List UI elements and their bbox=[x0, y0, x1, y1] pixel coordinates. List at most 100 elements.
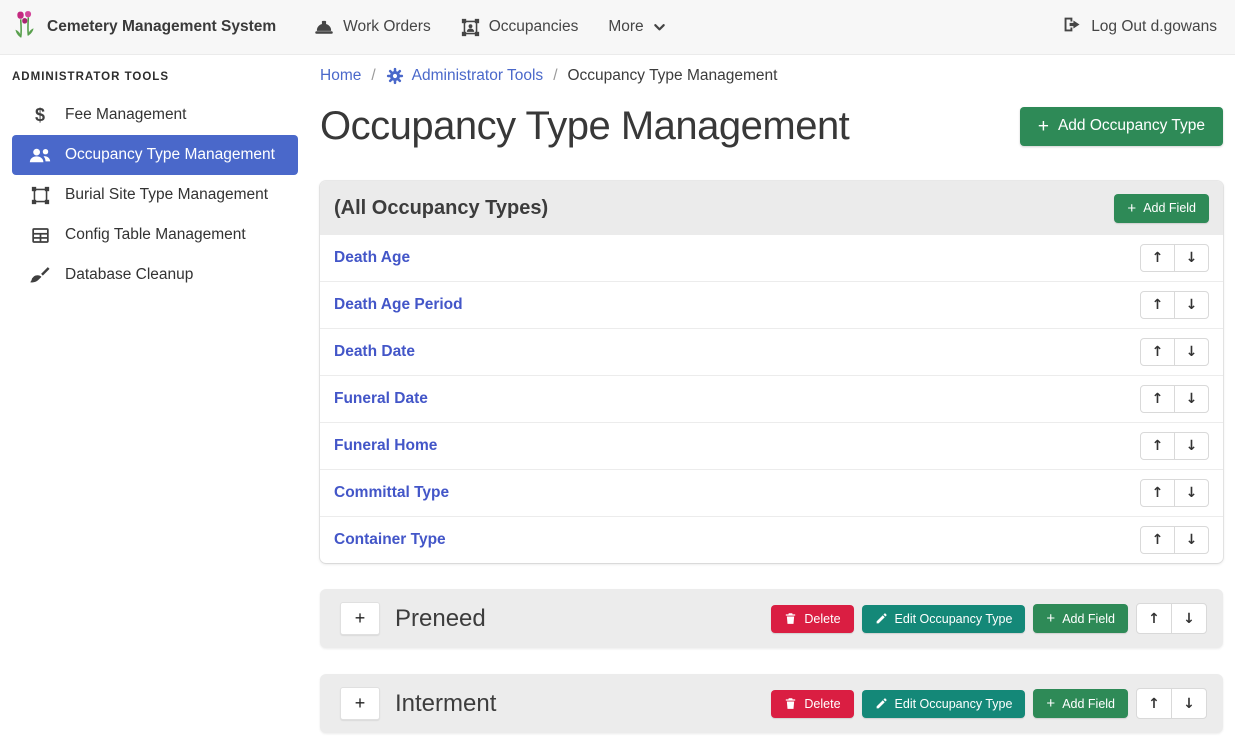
sidebar-item-label: Database Cleanup bbox=[65, 266, 193, 284]
move-down-button[interactable]: ↓ bbox=[1174, 338, 1209, 366]
arrow-up-icon: ↑ bbox=[1152, 344, 1164, 360]
arrow-down-icon: ↓ bbox=[1186, 532, 1198, 548]
nav-label: Work Orders bbox=[343, 18, 431, 36]
move-down-button[interactable]: ↓ bbox=[1171, 688, 1207, 719]
plus-icon: + bbox=[355, 693, 366, 714]
sidebar-item-fee-management[interactable]: $ Fee Management bbox=[12, 95, 298, 135]
move-down-button[interactable]: ↓ bbox=[1174, 432, 1209, 460]
reorder-group: ↑ ↓ bbox=[1140, 338, 1209, 366]
section-title: Preneed bbox=[395, 605, 486, 633]
section-title: Interment bbox=[395, 690, 496, 718]
gear-icon bbox=[386, 67, 404, 85]
arrow-down-icon: ↓ bbox=[1186, 391, 1198, 407]
move-down-button[interactable]: ↓ bbox=[1174, 244, 1209, 272]
button-label: Add Occupancy Type bbox=[1058, 117, 1205, 135]
nav-work-orders[interactable]: Work Orders bbox=[302, 9, 443, 45]
field-link[interactable]: Committal Type bbox=[334, 484, 449, 502]
plus-icon: + bbox=[1127, 201, 1136, 216]
move-down-button[interactable]: ↓ bbox=[1174, 291, 1209, 319]
card-header: (All Occupancy Types) + Add Field bbox=[320, 181, 1223, 235]
field-row: Death Date ↑ ↓ bbox=[320, 328, 1223, 375]
nav-occupancies[interactable]: Occupancies bbox=[449, 9, 591, 46]
edit-occupancy-type-button[interactable]: Edit Occupancy Type bbox=[862, 690, 1026, 718]
brand: Cemetery Management System bbox=[14, 10, 276, 45]
breadcrumb-admin-tools-link[interactable]: Administrator Tools bbox=[386, 67, 544, 85]
move-down-button[interactable]: ↓ bbox=[1174, 526, 1209, 554]
move-down-button[interactable]: ↓ bbox=[1174, 479, 1209, 507]
button-label: Delete bbox=[804, 612, 840, 626]
arrow-up-icon: ↑ bbox=[1152, 532, 1164, 548]
field-link[interactable]: Death Age Period bbox=[334, 296, 463, 314]
arrow-up-icon: ↑ bbox=[1148, 611, 1160, 627]
page-title: Occupancy Type Management bbox=[320, 101, 849, 151]
primary-nav: Work Orders Occupancies More bbox=[302, 9, 678, 46]
move-up-button[interactable]: ↑ bbox=[1140, 338, 1175, 366]
sidebar-item-occupancy-type-management[interactable]: Occupancy Type Management bbox=[12, 135, 298, 175]
app-title: Cemetery Management System bbox=[47, 18, 276, 36]
vector-square-icon bbox=[28, 186, 52, 205]
field-row: Funeral Home ↑ ↓ bbox=[320, 422, 1223, 469]
field-link[interactable]: Funeral Date bbox=[334, 390, 428, 408]
sidebar-item-label: Occupancy Type Management bbox=[65, 146, 275, 164]
move-up-button[interactable]: ↑ bbox=[1140, 479, 1175, 507]
sidebar-item-database-cleanup[interactable]: Database Cleanup bbox=[12, 255, 298, 295]
move-up-button[interactable]: ↑ bbox=[1140, 291, 1175, 319]
button-label: Add Field bbox=[1062, 612, 1115, 626]
sidebar-item-config-table-management[interactable]: Config Table Management bbox=[12, 215, 298, 255]
arrow-up-icon: ↑ bbox=[1152, 250, 1164, 266]
move-up-button[interactable]: ↑ bbox=[1140, 244, 1175, 272]
pencil-icon bbox=[875, 697, 888, 710]
move-down-button[interactable]: ↓ bbox=[1174, 385, 1209, 413]
expand-button[interactable]: + bbox=[340, 602, 380, 635]
move-up-button[interactable]: ↑ bbox=[1140, 526, 1175, 554]
occupancy-type-section: + Preneed Delete bbox=[320, 589, 1223, 648]
expand-button[interactable]: + bbox=[340, 687, 380, 720]
button-label: Edit Occupancy Type bbox=[895, 697, 1013, 711]
add-field-button[interactable]: + Add Field bbox=[1033, 689, 1128, 718]
move-up-button[interactable]: ↑ bbox=[1136, 688, 1172, 719]
tulip-logo-icon bbox=[14, 10, 35, 45]
breadcrumb-home-link[interactable]: Home bbox=[320, 67, 361, 85]
occupancy-frame-icon bbox=[461, 18, 480, 37]
plus-icon: + bbox=[1046, 696, 1055, 711]
breadcrumb-separator: / bbox=[553, 67, 557, 85]
move-down-button[interactable]: ↓ bbox=[1171, 603, 1207, 634]
move-up-button[interactable]: ↑ bbox=[1140, 432, 1175, 460]
nav-more[interactable]: More bbox=[596, 9, 677, 45]
plus-icon: + bbox=[1046, 611, 1055, 626]
reorder-group: ↑ ↓ bbox=[1140, 244, 1209, 272]
reorder-group: ↑ ↓ bbox=[1136, 603, 1207, 634]
dollar-icon: $ bbox=[28, 105, 52, 126]
add-occupancy-type-button[interactable]: + Add Occupancy Type bbox=[1020, 107, 1223, 146]
arrow-down-icon: ↓ bbox=[1186, 297, 1198, 313]
reorder-group: ↑ ↓ bbox=[1140, 526, 1209, 554]
move-up-button[interactable]: ↑ bbox=[1140, 385, 1175, 413]
arrow-up-icon: ↑ bbox=[1148, 696, 1160, 712]
logout-icon bbox=[1062, 15, 1081, 39]
delete-button[interactable]: Delete bbox=[771, 690, 853, 718]
field-row: Death Age Period ↑ ↓ bbox=[320, 281, 1223, 328]
edit-occupancy-type-button[interactable]: Edit Occupancy Type bbox=[862, 605, 1026, 633]
occupancy-type-section: + Interment Delete bbox=[320, 674, 1223, 733]
section-actions: Delete Edit Occupancy Type + Add Field ↑ bbox=[771, 688, 1207, 719]
logout-button[interactable]: Log Out d.gowans bbox=[1058, 6, 1221, 48]
arrow-down-icon: ↓ bbox=[1186, 438, 1198, 454]
broom-icon bbox=[28, 265, 52, 285]
add-field-button[interactable]: + Add Field bbox=[1033, 604, 1128, 633]
field-link[interactable]: Container Type bbox=[334, 531, 446, 549]
sidebar: ADMINISTRATOR TOOLS $ Fee Management Occ… bbox=[0, 55, 310, 738]
reorder-group: ↑ ↓ bbox=[1140, 432, 1209, 460]
move-up-button[interactable]: ↑ bbox=[1136, 603, 1172, 634]
arrow-down-icon: ↓ bbox=[1183, 611, 1195, 627]
users-icon bbox=[28, 147, 52, 164]
sidebar-item-burial-site-type-management[interactable]: Burial Site Type Management bbox=[12, 175, 298, 215]
pencil-icon bbox=[875, 612, 888, 625]
reorder-group: ↑ ↓ bbox=[1140, 479, 1209, 507]
field-link[interactable]: Death Date bbox=[334, 343, 415, 361]
breadcrumb-separator: / bbox=[371, 67, 375, 85]
field-link[interactable]: Death Age bbox=[334, 249, 410, 267]
arrow-down-icon: ↓ bbox=[1186, 485, 1198, 501]
delete-button[interactable]: Delete bbox=[771, 605, 853, 633]
add-field-button[interactable]: + Add Field bbox=[1114, 194, 1209, 223]
field-link[interactable]: Funeral Home bbox=[334, 437, 437, 455]
